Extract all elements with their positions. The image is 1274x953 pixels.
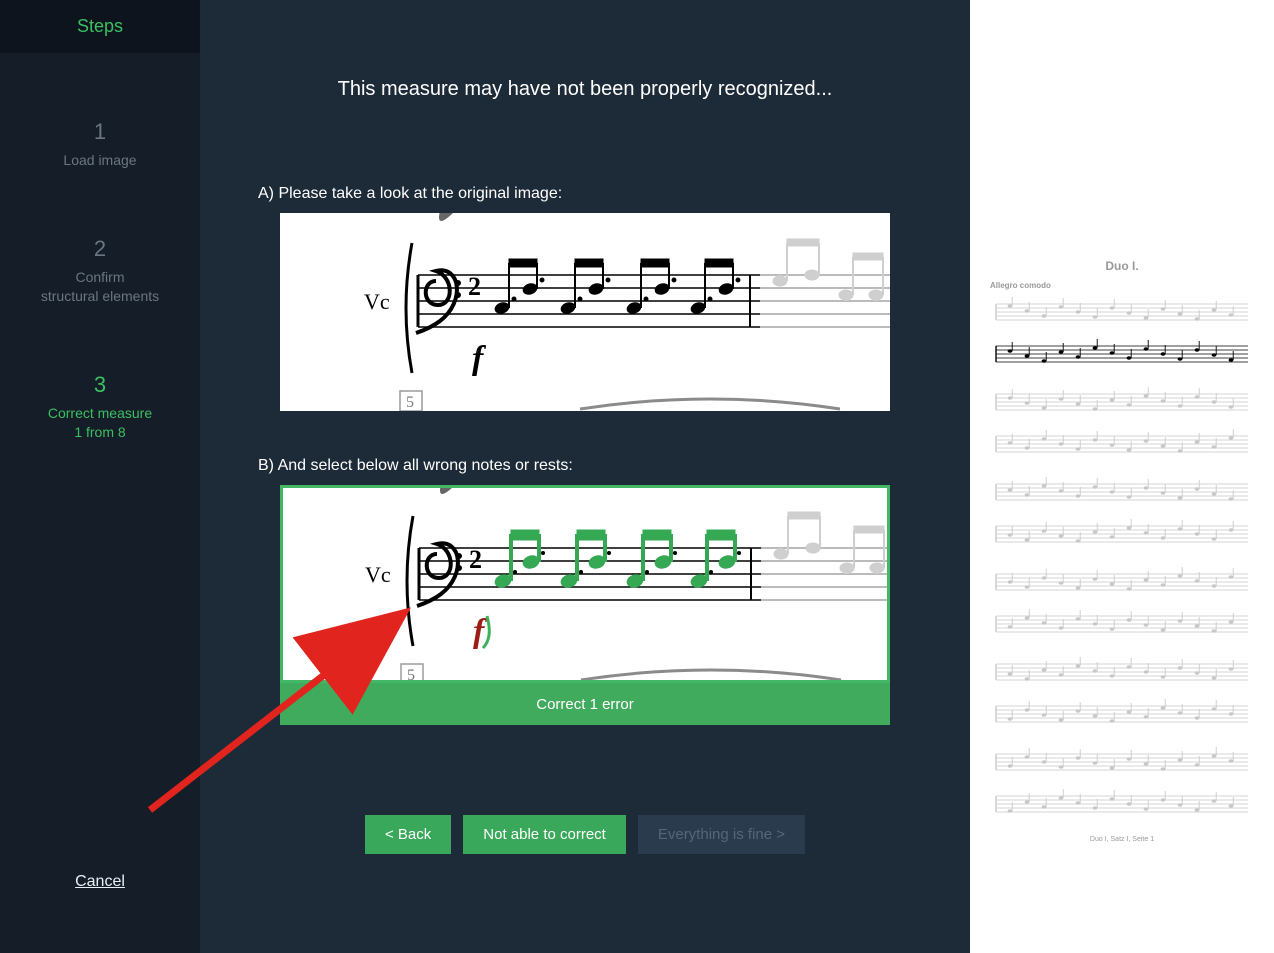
svg-text:2: 2 <box>469 545 482 574</box>
preview-bass-staff <box>990 788 1254 820</box>
preview-system <box>990 296 1254 370</box>
sidebar-header: Steps <box>0 0 200 53</box>
section-a-label: A) Please take a look at the original im… <box>240 185 930 203</box>
not-able-button[interactable]: Not able to correct <box>463 815 626 854</box>
preview-bass-staff <box>990 698 1254 730</box>
preview-bass-staff <box>990 518 1254 550</box>
preview-footer: Duo I, Satz I, Seite 1 <box>990 836 1254 843</box>
svg-text:5: 5 <box>406 394 414 411</box>
preview-treble-staff <box>990 296 1254 328</box>
step-2[interactable]: 2 Confirm structural elements <box>41 236 159 306</box>
step-number: 3 <box>48 372 152 398</box>
button-row: < Back Not able to correct Everything is… <box>365 815 805 854</box>
preview-system <box>990 386 1254 460</box>
svg-text:Vc: Vc <box>364 289 390 314</box>
svg-text:2: 2 <box>468 272 481 301</box>
preview-treble-staff <box>990 476 1254 508</box>
page-preview-panel: Duo I. Allegro comodo <box>970 0 1274 953</box>
editable-measure-image[interactable]: Vc 2 f <box>280 485 890 683</box>
editable-staff-svg: Vc 2 f <box>283 488 887 680</box>
step-3[interactable]: 3 Correct measure 1 from 8 <box>48 372 152 442</box>
main-panel: This measure may have not been properly … <box>200 0 970 953</box>
step-label: Load image <box>63 151 136 170</box>
cancel-link[interactable]: Cancel <box>0 873 200 891</box>
app-root: Steps 1 Load image 2 Confirm structural … <box>0 0 1274 953</box>
svg-text:Vc: Vc <box>365 562 391 587</box>
steps-sidebar: Steps 1 Load image 2 Confirm structural … <box>0 0 200 953</box>
original-measure-image: Vc 2 f <box>280 213 890 411</box>
preview-system <box>990 476 1254 550</box>
preview-system <box>990 656 1254 730</box>
preview-content: Duo I. Allegro comodo <box>990 260 1254 843</box>
step-label: Confirm structural elements <box>41 268 159 306</box>
preview-title: Duo I. <box>990 260 1254 272</box>
step-number: 2 <box>41 236 159 262</box>
step-label: Correct measure 1 from 8 <box>48 404 152 442</box>
preview-treble-staff <box>990 386 1254 418</box>
step-number: 1 <box>63 119 136 145</box>
preview-bass-staff <box>990 428 1254 460</box>
preview-bass-staff <box>990 338 1254 370</box>
original-staff-svg: Vc 2 f <box>280 213 890 411</box>
preview-treble-staff <box>990 746 1254 778</box>
correct-error-button[interactable]: Correct 1 error <box>280 683 890 725</box>
preview-tempo: Allegro comodo <box>990 282 1254 290</box>
page-title: This measure may have not been properly … <box>338 78 833 101</box>
preview-treble-staff <box>990 566 1254 598</box>
preview-system <box>990 746 1254 820</box>
preview-bass-staff <box>990 608 1254 640</box>
preview-system <box>990 566 1254 640</box>
section-b-label: B) And select below all wrong notes or r… <box>240 457 930 475</box>
svg-text:f: f <box>472 340 487 377</box>
back-button[interactable]: < Back <box>365 815 451 854</box>
svg-text:5: 5 <box>407 667 415 680</box>
preview-treble-staff <box>990 656 1254 688</box>
step-1[interactable]: 1 Load image <box>63 119 136 170</box>
everything-fine-button: Everything is fine > <box>638 815 805 854</box>
